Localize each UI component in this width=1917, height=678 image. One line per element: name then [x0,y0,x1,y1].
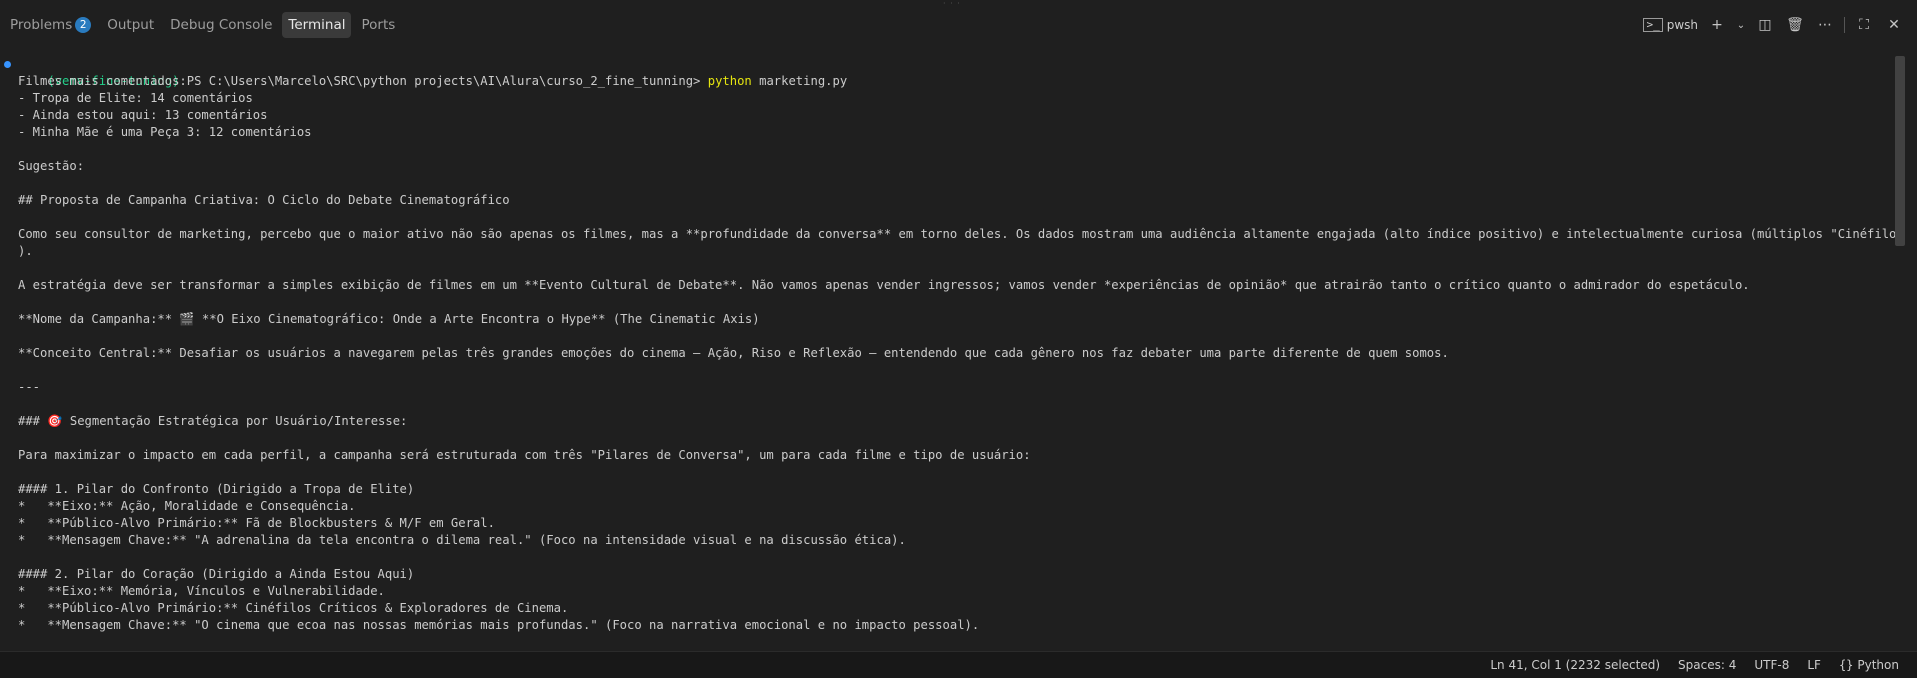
terminal-line: **Conceito Central:** Desafiar os usuári… [18,346,1449,360]
terminal-line: ). [18,244,33,258]
terminal-line: * **Eixo:** Memória, Vínculos e Vulnerab… [18,584,385,598]
command-decoration-icon[interactable] [4,61,11,68]
terminal-line: ### 🎯 Segmentação Estratégica por Usuári… [18,414,408,428]
braces-icon: {} [1838,658,1854,672]
tab-ports[interactable]: Ports [355,12,401,38]
problems-count-badge: 2 [75,17,92,33]
terminal-output[interactable]: (venv-fine-tuning) PS C:\Users\Marcelo\S… [0,56,1895,646]
terminal-shell-icon: >_ [1643,18,1663,32]
status-cursor-position[interactable]: Ln 41, Col 1 (2232 selected) [1490,652,1660,678]
status-indentation[interactable]: Spaces: 4 [1678,652,1736,678]
tab-label: Ports [361,17,396,33]
status-encoding[interactable]: UTF-8 [1754,652,1789,678]
terminal-line: #### 2. Pilar do Coração (Dirigido a Ain… [18,567,415,581]
terminal-line: * **Mensagem Chave:** "A adrenalina da t… [18,533,906,547]
add-icon[interactable]: + [1706,17,1728,33]
terminal-line: Filmes mais comentados: [18,74,187,88]
panel-top-border: · · · [0,0,1917,8]
split-icon[interactable]: ◫ [1754,17,1776,33]
maximize-icon[interactable]: ⛶ [1853,17,1875,33]
terminal-line: * **Eixo:** Ação, Moralidade e Consequên… [18,499,356,513]
terminal-line: --- [18,380,41,394]
terminal-line: Sugestão: [18,159,85,173]
terminal-line: Para maximizar o impacto em cada perfil,… [18,448,1031,462]
panel-tab-bar: Problems 2 Output Debug Console Terminal… [0,8,1917,42]
terminal-line: * **Público-Alvo Primário:** Cinéfilos C… [18,601,569,615]
tab-output[interactable]: Output [101,12,160,38]
terminal-line: ## Proposta de Campanha Criativa: O Cicl… [18,193,510,207]
status-bar: Ln 41, Col 1 (2232 selected) Spaces: 4 U… [0,651,1917,678]
close-icon[interactable]: ✕ [1883,17,1905,33]
tab-terminal[interactable]: Terminal [282,12,352,38]
scrollbar-thumb[interactable] [1895,56,1905,246]
terminal-line: #### 1. Pilar do Confronto (Dirigido a T… [18,482,415,496]
trash-icon[interactable]: 🗑 [1784,17,1806,33]
terminal-line: - Minha Mãe é uma Peça 3: 12 comentários [18,125,312,139]
tab-label: Terminal [288,17,346,33]
tab-label: Problems [10,17,73,33]
tab-debug-console[interactable]: Debug Console [164,12,278,38]
terminal-line: **Nome da Campanha:** 🎬 **O Eixo Cinemat… [18,312,760,326]
terminal-line: - Ainda estou aqui: 13 comentários [18,108,268,122]
panel-actions: >_ pwsh + ⌄ ◫ 🗑 ⋯ ⛶ ✕ [1643,8,1905,42]
status-language[interactable]: {} Python [1839,652,1899,678]
status-eol[interactable]: LF [1807,652,1821,678]
terminal-prompt-line: (venv-fine-tuning) PS C:\Users\Marcelo\S… [0,56,1895,88]
terminal-line: * **Público-Alvo Primário:** Fã de Block… [18,516,495,530]
tab-problems[interactable]: Problems 2 [4,12,97,38]
divider [1844,17,1845,33]
terminal-scrollbar[interactable] [1895,56,1905,646]
terminal-line: A estratégia deve ser transformar a simp… [18,278,1750,292]
tab-label: Output [107,17,155,33]
language-label: Python [1857,658,1899,672]
terminal-shell-selector[interactable]: >_ pwsh [1643,18,1698,32]
terminal-line: * **Mensagem Chave:** "O cinema que ecoa… [18,618,980,632]
more-icon[interactable]: ⋯ [1814,17,1836,33]
chevron-down-icon[interactable]: ⌄ [1736,20,1746,31]
shell-name: pwsh [1666,18,1698,32]
drag-grip-icon[interactable]: · · · [943,0,973,8]
terminal-line: - Tropa de Elite: 14 comentários [18,91,253,105]
terminal-line: Como seu consultor de marketing, percebo… [18,227,1895,241]
tab-label: Debug Console [170,17,273,33]
